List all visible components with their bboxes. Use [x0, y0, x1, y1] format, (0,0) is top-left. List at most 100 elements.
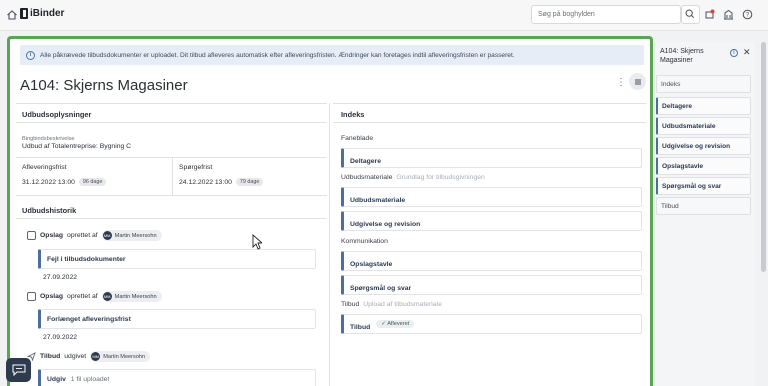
side-panel: A104: Skjerns Magasiner i ✕ Indeks Delta…: [654, 42, 755, 386]
description-value: Udbud af Totalentreprise: Bygning C: [22, 143, 132, 150]
info-icon: i: [26, 50, 35, 60]
info-icon[interactable]: i: [730, 49, 738, 57]
card-subtitle: 1 fil uploadet: [70, 376, 110, 383]
home-icon[interactable]: [6, 9, 18, 21]
side-item-qa[interactable]: Spørgsmål og svar: [656, 177, 751, 195]
group-title: Kommunikation: [341, 238, 388, 245]
divider: [16, 103, 327, 104]
index-card-material[interactable]: Udbudsmateriale: [341, 187, 642, 207]
main-card: i Alle påkrævede tilbudsdokumenter er up…: [7, 36, 653, 386]
chat-icon: [12, 364, 25, 376]
page-title: A104: Skjerns Magasiner: [20, 77, 188, 94]
history-action: Opslag: [40, 232, 64, 239]
group-label-material: Udbudsmateriale Grundlag for tilbudsgivni…: [341, 174, 485, 181]
avatar: MM: [91, 352, 101, 361]
avatar: MM: [102, 231, 112, 240]
index-card-offer[interactable]: Tilbud ✓ Afleveret: [341, 314, 642, 334]
side-item-participants[interactable]: Deltagere: [656, 97, 751, 115]
user-name: Martin Meersohn: [114, 232, 157, 239]
question-days-badge: 79 dage: [235, 178, 264, 186]
side-item-index[interactable]: Indeks: [656, 75, 751, 93]
delivered-badge: ✓ Afleveret: [376, 320, 415, 328]
user-chip[interactable]: MM Martin Meersohn: [101, 291, 162, 302]
group-label-tabs: Faneblade: [341, 135, 373, 142]
history-date: 27.09.2022: [43, 334, 78, 341]
divider: [333, 122, 646, 123]
index-card-participants[interactable]: Deltagere: [341, 148, 642, 168]
card-title: Tilbud: [350, 323, 371, 331]
history-suffix: udgivet: [64, 353, 87, 360]
description-label: Bingbindsbeskrivelse: [22, 136, 75, 142]
mouse-cursor-icon: [252, 234, 262, 250]
question-deadline-value: 24.12.2022 13:00 79 dage: [179, 178, 264, 186]
search-icon: [685, 9, 694, 18]
side-panel-title: A104: Skjerns Magasiner: [660, 48, 704, 64]
group-label-offer: Tilbud Upload af tilbudsmateriale: [341, 301, 442, 308]
history-suffix: oprettet af: [67, 293, 98, 300]
banner-text: Alle påkrævede tilbudsdokumenter er uplo…: [40, 51, 515, 59]
deadline-date: 31.12.2022 13:00: [22, 179, 75, 186]
history-action: Tilbud: [40, 353, 61, 360]
history-entry: Tilbud udgivet MM Martin Meersohn: [27, 351, 151, 362]
more-options-icon[interactable]: ⋮: [616, 77, 626, 89]
info-banner: i Alle påkrævede tilbudsdokumenter er up…: [20, 45, 644, 65]
divider: [16, 122, 327, 123]
question-deadline-label: Spørgefrist: [179, 164, 213, 171]
group-title: Faneblade: [341, 135, 374, 142]
deadline-days-badge: 96 dage: [78, 178, 107, 186]
help-icon[interactable]: ?: [742, 9, 753, 20]
history-card-link[interactable]: Udgiv 1 fil uploadet: [38, 369, 316, 386]
top-bar: iBinder Søg på boghylden ?: [0, 0, 768, 31]
chat-button[interactable]: [6, 358, 31, 382]
user-name: Martin Meersohn: [103, 353, 146, 360]
index-card-qa[interactable]: Spørgsmål og svar: [341, 275, 642, 295]
list-icon: [634, 79, 641, 84]
building-icon[interactable]: [723, 9, 734, 20]
index-card-board[interactable]: Opslagstavle: [341, 251, 642, 271]
history-heading: Udbudshistorik: [22, 206, 77, 215]
message-icon: [27, 231, 36, 240]
side-item-material[interactable]: Udbudsmateriale: [656, 117, 751, 135]
divider: [333, 103, 646, 104]
user-chip[interactable]: MM Martin Meersohn: [101, 230, 162, 241]
user-chip[interactable]: MM Martin Meersohn: [90, 351, 151, 362]
index-heading: Indeks: [341, 110, 365, 119]
index-card-release[interactable]: Udgivelse og revision: [341, 211, 642, 231]
side-item-board[interactable]: Opslagstavle: [656, 157, 751, 175]
message-icon: [27, 292, 36, 301]
history-suffix: oprettet af: [67, 232, 98, 239]
index-panel: Indeks Faneblade Deltagere Udbudsmateria…: [333, 103, 646, 386]
history-card-link[interactable]: Fejl i tilbudsdokumenter: [38, 249, 316, 269]
close-icon[interactable]: ✕: [743, 47, 751, 58]
group-label-communication: Kommunikation: [341, 238, 388, 245]
notifications-icon[interactable]: [704, 9, 715, 20]
group-subtitle: Grundlag for tilbudsgivningen: [396, 174, 485, 181]
user-name: Martin Meersohn: [114, 293, 157, 300]
history-entry: Opslag oprettet af MM Martin Meersohn: [27, 230, 162, 241]
deadline-label: Afleveringsfrist: [22, 164, 67, 171]
details-heading: Udbudsoplysninger: [22, 110, 92, 119]
group-title: Udbudsmateriale: [341, 174, 393, 181]
search-input[interactable]: Søg på boghylden: [531, 5, 681, 24]
deadline-value: 31.12.2022 13:00 96 dage: [22, 178, 107, 186]
divider: [329, 103, 330, 386]
card-title: Udgiv: [47, 376, 66, 383]
avatar: MM: [102, 292, 112, 301]
menu-button[interactable]: [629, 73, 646, 90]
logo[interactable]: iBinder: [20, 8, 64, 19]
logo-mark-icon: [20, 8, 28, 19]
badge-label: Afleveret: [387, 321, 410, 327]
divider: [172, 157, 173, 195]
divider: [16, 195, 327, 196]
divider: [16, 218, 327, 219]
history-card-link[interactable]: Forlænget afleveringsfrist: [38, 309, 316, 329]
search-button[interactable]: [681, 5, 700, 24]
history-entry: Opslag oprettet af MM Martin Meersohn: [27, 291, 162, 302]
group-subtitle: Upload af tilbudsmateriale: [363, 301, 442, 308]
side-item-offer[interactable]: Tilbud: [656, 197, 751, 215]
scrollbar[interactable]: [761, 42, 766, 272]
history-date: 27.09.2022: [43, 274, 78, 281]
side-item-release[interactable]: Udgivelse og revision: [656, 137, 751, 155]
svg-text:?: ?: [746, 13, 750, 19]
history-action: Opslag: [40, 293, 64, 300]
